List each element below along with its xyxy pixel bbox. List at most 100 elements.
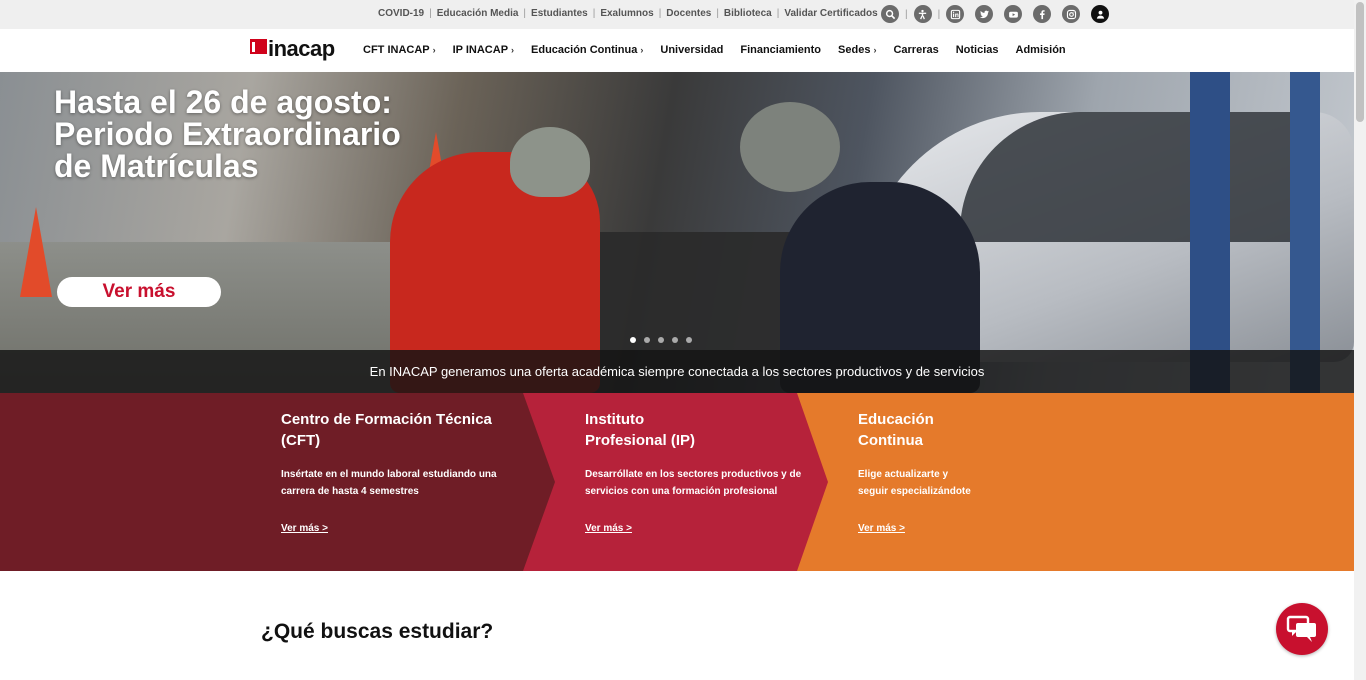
hero-photo-lift-pillar	[1190, 72, 1230, 393]
scrollbar-thumb[interactable]	[1356, 2, 1364, 122]
logo-mark	[250, 39, 267, 54]
carousel-dots	[630, 337, 700, 343]
nav-item-admision[interactable]: Admisión	[1016, 44, 1066, 56]
nav-item-noticias[interactable]: Noticias	[956, 44, 999, 56]
chevron-right-icon: ›	[640, 45, 644, 55]
search-icon[interactable]	[881, 5, 899, 23]
hero-photo-helmet	[510, 127, 590, 197]
separator: |	[658, 8, 662, 19]
nav-item-ip-inacap[interactable]: IP INACAP ›	[453, 44, 514, 56]
separator: |	[592, 8, 596, 19]
panel-ver-mas-link[interactable]: Ver más >	[281, 523, 328, 534]
chat-button[interactable]	[1276, 603, 1328, 655]
nav-item-label: Noticias	[955, 44, 999, 56]
link-biblioteca[interactable]: Biblioteca	[724, 8, 772, 19]
nav-item-label: IP INACAP	[452, 44, 509, 56]
hero-banner: Hasta el 26 de agosto: Periodo Extraordi…	[0, 72, 1354, 393]
panel-description-line: seguir especializándote	[858, 486, 971, 497]
panel-ver-mas-link[interactable]: Ver más >	[585, 523, 632, 534]
nav-menu: CFT INACAP › IP INACAP › Educación Continu…	[363, 44, 1083, 56]
nav-item-cft-inacap[interactable]: CFT INACAP ›	[363, 44, 436, 56]
panel-title-line: Instituto	[585, 411, 645, 428]
panel-title: Instituto Profesional (IP)	[585, 409, 695, 451]
utility-bar: COVID-19 | Educación Media | Estudiantes | …	[0, 0, 1354, 29]
panel-description: Desarróllate en los sectores productivos…	[585, 466, 801, 500]
hero-photo-lift-pillar	[1290, 72, 1320, 393]
panel-description-line: Insértate en el mundo laboral estudiando…	[281, 469, 497, 480]
separator: |	[905, 8, 908, 20]
panel-description: Insértate en el mundo laboral estudiando…	[281, 466, 497, 500]
separator: |	[523, 8, 527, 19]
panel-title-line: Educación	[858, 411, 934, 428]
accessibility-icon[interactable]	[913, 5, 932, 23]
nav-item-carreras[interactable]: Carreras	[893, 44, 938, 56]
traffic-cone	[20, 207, 52, 297]
nav-item-label: CFT INACAP	[363, 44, 430, 56]
main-nav: inacap CFT INACAP › IP INACAP › Educación …	[0, 29, 1354, 72]
hero-title-line: Periodo Extraordinario	[54, 116, 401, 152]
facebook-icon[interactable]	[1033, 5, 1052, 23]
carousel-dot[interactable]	[658, 337, 664, 343]
page-scrollbar[interactable]	[1354, 0, 1366, 680]
separator: |	[429, 8, 432, 19]
nav-item-label: Sedes	[838, 44, 871, 56]
hero-title-line: de Matrículas	[54, 148, 259, 184]
hero-title: Hasta el 26 de agosto: Periodo Extraordi…	[54, 86, 401, 182]
carousel-dot[interactable]	[644, 337, 650, 343]
chevron-right-icon: ›	[432, 45, 436, 55]
carousel-dot[interactable]	[630, 337, 636, 343]
separator: |	[776, 8, 780, 19]
link-educacion-media[interactable]: Educación Media	[437, 8, 519, 19]
user-icon[interactable]	[1091, 5, 1110, 23]
section-title: ¿Qué buscas estudiar?	[261, 620, 494, 643]
panel-title: Centro de Formación Técnica (CFT)	[281, 409, 492, 451]
link-docentes[interactable]: Docentes	[666, 8, 711, 19]
hero-title-line: Hasta el 26 de agosto:	[54, 84, 392, 120]
panel-cft[interactable]: Centro de Formación Técnica (CFT) Insért…	[0, 393, 555, 571]
panel-ip[interactable]: Instituto Profesional (IP) Desarróllate …	[523, 393, 828, 571]
nav-item-universidad[interactable]: Universidad	[660, 44, 723, 56]
panel-description-line: Desarróllate en los sectores productivos…	[585, 469, 802, 480]
panel-title-line: Centro de Formación Técnica	[281, 411, 492, 428]
chevron-right-icon: ›	[511, 45, 515, 55]
hero-caption-strip: En INACAP generamos una oferta académica…	[0, 350, 1354, 393]
panel-description-line: Elige actualizarte y	[858, 469, 949, 480]
panel-title-line: Profesional (IP)	[585, 432, 696, 449]
separator: |	[937, 8, 941, 20]
link-estudiantes[interactable]: Estudiantes	[531, 8, 588, 19]
panel-description-line: carrera de hasta 4 semestres	[281, 486, 419, 497]
carousel-dot[interactable]	[686, 337, 692, 343]
link-covid[interactable]: COVID-19	[378, 8, 424, 19]
chevron-right-icon: ›	[873, 45, 877, 55]
linkedin-icon[interactable]	[946, 5, 965, 23]
utility-icons: | |	[881, 5, 1110, 23]
panel-title-line: Continua	[858, 432, 923, 449]
hero-photo-helmet	[740, 102, 840, 192]
twitter-icon[interactable]	[975, 5, 994, 23]
nav-item-label: Admisión	[1015, 44, 1066, 56]
panel-description: Elige actualizarte y seguir especializán…	[858, 466, 971, 500]
separator: |	[716, 8, 719, 19]
panel-ver-mas-link[interactable]: Ver más >	[858, 523, 905, 534]
panel-educacion-continua[interactable]: Educación Continua Elige actualizarte y …	[790, 393, 1354, 571]
utility-links: COVID-19 | Educación Media | Estudiantes | …	[378, 8, 890, 19]
nav-item-financiamiento[interactable]: Financiamiento	[740, 44, 821, 56]
nav-item-label: Educación Continua	[531, 44, 638, 56]
instagram-icon[interactable]	[1062, 5, 1081, 23]
program-panels: Centro de Formación Técnica (CFT) Insért…	[0, 393, 1354, 571]
panel-description-line: servicios con una formación profesional	[585, 486, 778, 497]
link-exalumnos[interactable]: Exalumnos	[600, 8, 653, 19]
carousel-dot[interactable]	[672, 337, 678, 343]
nav-item-sedes[interactable]: Sedes ›	[838, 44, 876, 56]
nav-item-label: Financiamiento	[740, 44, 822, 56]
inacap-logo[interactable]: inacap	[250, 38, 335, 60]
nav-item-label: Universidad	[660, 44, 724, 56]
panel-title-line: (CFT)	[281, 432, 321, 449]
hero-caption: En INACAP generamos una oferta académica…	[369, 364, 985, 379]
youtube-icon[interactable]	[1004, 5, 1023, 23]
chat-bubbles-icon	[1286, 615, 1316, 642]
ver-mas-button[interactable]: Ver más	[57, 277, 221, 307]
nav-item-educacion-continua[interactable]: Educación Continua ›	[531, 44, 643, 56]
hero-photo-car-window	[960, 112, 1320, 242]
link-validar-certificados[interactable]: Validar Certificados	[784, 8, 877, 19]
